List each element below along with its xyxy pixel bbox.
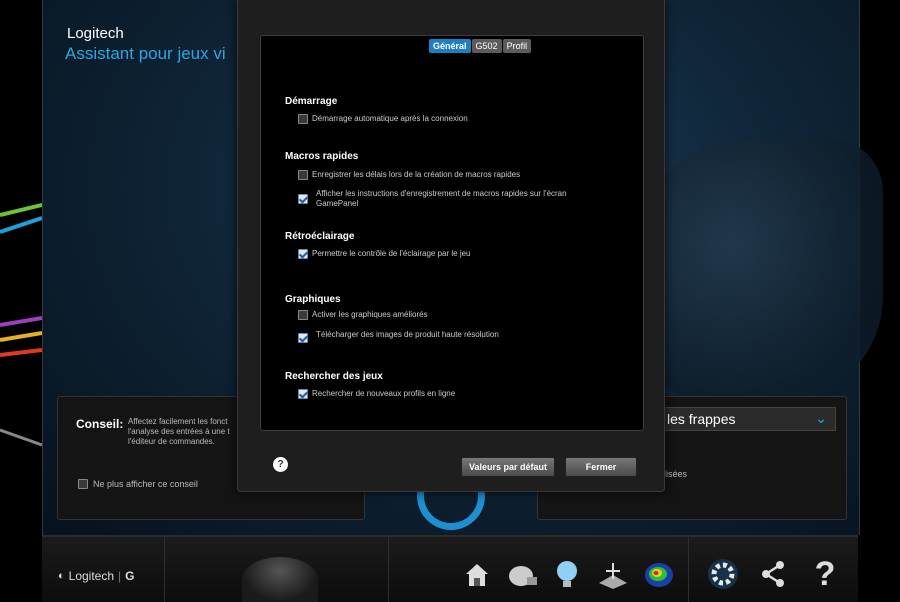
search-profiles-checkbox[interactable] — [298, 389, 308, 399]
macro-instructions-label: Afficher les instructions d'enregistreme… — [316, 189, 567, 208]
game-lighting-label: Permettre le contrôle de l'éclairage par… — [312, 249, 471, 258]
divider — [688, 537, 689, 602]
share-icon[interactable] — [756, 557, 790, 591]
section-graphics-title: Graphiques — [285, 294, 341, 305]
logitech-logo-icon: ◐ — [58, 570, 65, 582]
defaults-button[interactable]: Valeurs par défaut — [461, 457, 555, 477]
settings-dialog: Général G502 Profil Démarrage Démarrage … — [237, 0, 665, 492]
hires-images-label: Télécharger des images de produit haute … — [316, 330, 499, 339]
hires-images-checkbox[interactable] — [298, 333, 308, 343]
logo-text: Logitech — [68, 569, 115, 583]
device-image — [633, 140, 883, 400]
app-subtitle: Assistant pour jeux vi — [65, 44, 226, 63]
hide-tip-checkbox-box[interactable] — [78, 479, 88, 489]
device-thumbnail[interactable] — [242, 557, 318, 602]
section-backlight-title: Rétroéclairage — [285, 231, 355, 242]
tab-profile[interactable]: Profil — [502, 39, 532, 53]
auto-start-checkbox[interactable] — [298, 114, 308, 124]
chevron-down-icon: ⌄ — [815, 410, 827, 426]
option-record-delays[interactable]: Enregistrer les délais lors de la créati… — [298, 170, 520, 180]
section-macros-title: Macros rapides — [285, 151, 359, 162]
help-question-icon[interactable]: ? — [808, 555, 842, 593]
hide-tip-checkbox[interactable]: Ne plus afficher ce conseil — [78, 479, 198, 489]
enhanced-graphics-label: Activer les graphiques améliorés — [312, 310, 428, 319]
close-button[interactable]: Fermer — [565, 457, 637, 477]
decorative-color-lines — [0, 203, 42, 447]
record-delays-label: Enregistrer les délais lors de la créati… — [312, 170, 521, 179]
search-profiles-label: Rechercher de nouveaux profils en ligne — [312, 389, 456, 398]
home-icon[interactable] — [460, 557, 494, 591]
surface-tuning-icon[interactable] — [596, 557, 630, 591]
divider — [164, 537, 165, 602]
section-games-title: Rechercher des jeux — [285, 371, 383, 382]
hide-tip-label: Ne plus afficher ce conseil — [93, 479, 198, 489]
option-hires-images[interactable]: Télécharger des images de produit haute … — [298, 330, 499, 343]
game-lighting-checkbox[interactable] — [298, 249, 308, 259]
tab-general[interactable]: Général — [429, 39, 471, 53]
customize-buttons-icon[interactable] — [506, 557, 540, 591]
record-delays-checkbox[interactable] — [298, 170, 308, 180]
option-auto-start[interactable]: Démarrage automatique après la connexion — [298, 114, 468, 124]
tip-label: Conseil: — [76, 417, 124, 431]
divider — [388, 537, 389, 602]
app-brand: Logitech — [67, 25, 124, 42]
option-game-lighting[interactable]: Permettre le contrôle de l'éclairage par… — [298, 249, 471, 259]
section-startup-title: Démarrage — [285, 96, 338, 107]
lighting-icon[interactable] — [550, 557, 584, 591]
bottom-toolbar: ◐ Logitech | G ? — [42, 535, 858, 602]
logitech-logo: ◐ Logitech | G — [58, 569, 135, 583]
heatmap-icon[interactable] — [642, 557, 676, 591]
settings-tabs: Général G502 Profil — [429, 39, 532, 53]
settings-content: Général G502 Profil Démarrage Démarrage … — [260, 35, 644, 431]
option-search-profiles[interactable]: Rechercher de nouveaux profils en ligne — [298, 389, 455, 399]
mode-select[interactable]: les frappes ⌄ — [662, 407, 836, 431]
right-panel-text: ilisées — [662, 469, 688, 479]
settings-gear-icon[interactable] — [706, 557, 740, 591]
macro-instructions-checkbox[interactable] — [298, 194, 308, 204]
auto-start-label: Démarrage automatique après la connexion — [312, 114, 468, 123]
enhanced-graphics-checkbox[interactable] — [298, 310, 308, 320]
option-enhanced-graphics[interactable]: Activer les graphiques améliorés — [298, 310, 428, 320]
mode-select-value: les frappes — [667, 411, 736, 427]
logo-g: G — [125, 569, 135, 583]
tab-g502[interactable]: G502 — [471, 39, 502, 53]
help-button[interactable]: ? — [273, 457, 288, 472]
option-macro-instructions[interactable]: Afficher les instructions d'enregistreme… — [298, 189, 598, 209]
